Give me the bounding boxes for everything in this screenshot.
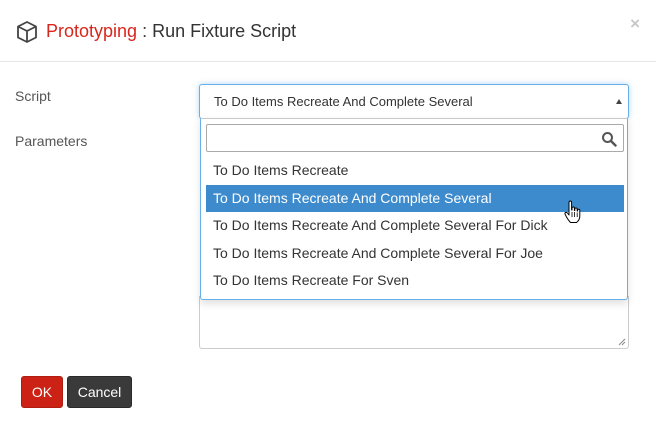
close-icon[interactable]: ×: [630, 14, 640, 34]
dropdown-option[interactable]: To Do Items Recreate For Sven: [206, 267, 624, 295]
script-select[interactable]: To Do Items Recreate And Complete Severa…: [199, 84, 629, 119]
dialog-title: Prototyping : Run Fixture Script: [46, 19, 296, 43]
dropdown-option[interactable]: To Do Items Recreate: [206, 157, 624, 185]
title-text: Run Fixture Script: [152, 21, 297, 41]
cube-icon: [17, 21, 37, 43]
dropdown-option[interactable]: To Do Items Recreate And Complete Severa…: [206, 240, 624, 268]
dropdown-options: To Do Items Recreate To Do Items Recreat…: [206, 157, 624, 295]
dropdown-search-input[interactable]: [206, 124, 624, 152]
run-fixture-script-dialog: Prototyping : Run Fixture Script × Scrip…: [0, 0, 656, 430]
parameters-textarea[interactable]: [199, 296, 629, 349]
dropdown-option-highlighted[interactable]: To Do Items Recreate And Complete Severa…: [206, 184, 624, 213]
script-label: Script: [15, 88, 51, 104]
resize-grip-icon[interactable]: [618, 338, 626, 346]
ok-button[interactable]: OK: [21, 376, 63, 408]
title-brand: Prototyping: [46, 21, 138, 41]
script-dropdown: To Do Items Recreate To Do Items Recreat…: [200, 118, 628, 300]
caret-up-icon: [616, 99, 622, 104]
cancel-button[interactable]: Cancel: [67, 376, 132, 408]
script-select-value: To Do Items Recreate And Complete Severa…: [214, 94, 473, 109]
dialog-header: Prototyping : Run Fixture Script ×: [0, 0, 656, 62]
parameters-label: Parameters: [15, 133, 88, 149]
dropdown-option[interactable]: To Do Items Recreate And Complete Severa…: [206, 212, 624, 240]
magnifier-icon: [602, 132, 617, 147]
title-separator: :: [137, 21, 153, 41]
